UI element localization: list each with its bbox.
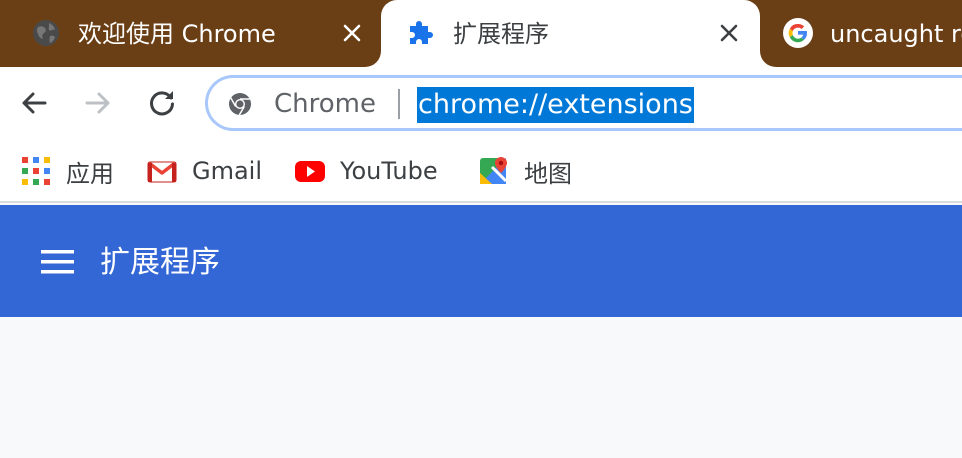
page-title: 扩展程序	[100, 245, 220, 280]
bookmark-apps[interactable]: 应用	[20, 151, 114, 191]
forward-arrow-icon[interactable]	[80, 85, 116, 121]
extensions-content	[0, 317, 962, 458]
gmail-icon	[147, 161, 177, 183]
close-icon[interactable]	[338, 19, 366, 47]
reload-icon[interactable]	[144, 85, 180, 121]
close-icon[interactable]	[715, 19, 743, 47]
bookmark-maps[interactable]: 地图	[478, 151, 572, 191]
tab-title: 扩展程序	[453, 20, 549, 48]
toolbar: Chrome chrome://extensions	[0, 67, 962, 139]
bookmark-label: 地图	[524, 159, 572, 188]
tab-welcome[interactable]: 欢迎使用 Chrome	[0, 0, 380, 67]
tab-corner	[365, 51, 381, 67]
extensions-toolbar: 扩展程序	[0, 205, 962, 317]
hamburger-menu-icon[interactable]	[40, 247, 76, 277]
youtube-icon	[295, 161, 325, 182]
apps-grid-icon	[22, 157, 50, 185]
site-chip: Chrome	[274, 89, 376, 119]
bookmarks-bar: 应用 Gmail YouTube 地图	[0, 139, 962, 203]
back-arrow-icon[interactable]	[16, 85, 52, 121]
maps-icon	[480, 157, 508, 184]
address-bar[interactable]: Chrome chrome://extensions	[205, 75, 962, 131]
url-text-selected[interactable]: chrome://extensions	[417, 87, 694, 123]
bookmark-label: YouTube	[340, 157, 438, 185]
chip-divider	[398, 89, 400, 119]
tab-title: 欢迎使用 Chrome	[78, 20, 276, 48]
bookmark-youtube[interactable]: YouTube	[294, 151, 438, 191]
tab-extensions[interactable]: 扩展程序	[381, 0, 760, 67]
bookmark-label: 应用	[66, 159, 114, 188]
bookmark-label: Gmail	[192, 157, 263, 185]
globe-icon	[33, 20, 59, 46]
tab-title: uncaught re	[830, 20, 962, 48]
tab-search[interactable]: uncaught re	[760, 0, 962, 67]
chrome-logo-icon	[229, 93, 251, 116]
bookmark-gmail[interactable]: Gmail	[146, 151, 262, 191]
tab-strip: 欢迎使用 Chrome 扩展程序 uncaught re	[0, 0, 962, 67]
google-g-icon	[783, 18, 813, 48]
puzzle-icon	[410, 21, 433, 44]
